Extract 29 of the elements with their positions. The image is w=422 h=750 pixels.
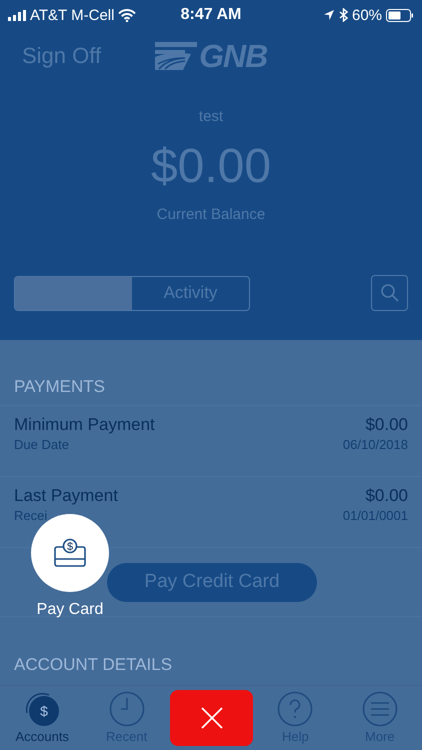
bank-logo: GNB xyxy=(199,40,268,72)
wheat-stripes-icon xyxy=(155,42,198,70)
balance-amount: $0.00 xyxy=(150,139,272,194)
search-button[interactable] xyxy=(371,275,408,311)
section-heading: PAYMENTS xyxy=(13,377,106,398)
signal-icon xyxy=(8,10,26,20)
tab-bar-item[interactable]: $ Accounts xyxy=(0,691,84,750)
menu-icon xyxy=(362,691,398,727)
search-icon xyxy=(380,283,400,303)
battery-percent: 60% xyxy=(352,6,382,24)
close-icon xyxy=(200,707,222,729)
payment-amount: $0.00 xyxy=(365,486,408,506)
payment-label: Minimum Payment xyxy=(14,415,155,435)
location-arrow-icon xyxy=(322,9,335,21)
close-button[interactable] xyxy=(170,690,253,746)
section-heading: ACCOUNT DETAILS xyxy=(13,655,174,676)
battery-icon xyxy=(386,8,414,22)
clock-icon xyxy=(108,691,145,727)
question-icon xyxy=(277,691,314,727)
bluetooth-icon xyxy=(338,8,348,22)
balance-label: Current Balance xyxy=(156,206,266,223)
carrier-name: AT&T M-Cell xyxy=(30,6,114,24)
clock-time: 8:47 AM xyxy=(180,6,242,24)
sign-off-link[interactable]: Sign Off xyxy=(22,43,102,69)
account-name: test xyxy=(198,108,224,125)
payment-amount: $0.00 xyxy=(365,415,408,435)
payment-label: Last Payment xyxy=(14,486,118,506)
wifi-icon xyxy=(118,8,136,22)
pay-credit-card-button[interactable]: Pay Credit Card xyxy=(107,562,317,602)
